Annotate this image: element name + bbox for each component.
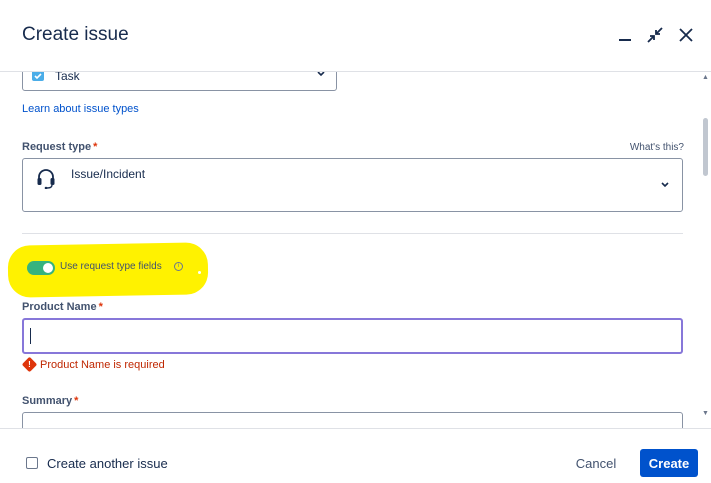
whats-this-link[interactable]: What's this? <box>630 142 684 153</box>
create-issue-modal: Create issue Task Learn about issue type… <box>0 0 711 483</box>
request-type-select[interactable]: Issue/Incident <box>22 158 683 212</box>
collapse-arrows-icon[interactable] <box>644 24 666 46</box>
chevron-down-icon <box>660 180 670 193</box>
toggle-knob <box>43 263 53 273</box>
error-icon: ! <box>21 356 38 373</box>
task-checkbox-icon <box>32 72 44 81</box>
toggle-label: Use request type fields <box>60 261 162 272</box>
scroll-up-icon[interactable]: ▲ <box>702 74 709 81</box>
product-name-error: Product Name is required <box>40 359 165 371</box>
product-name-input[interactable] <box>22 318 683 354</box>
product-name-label: Product Name * <box>22 301 103 313</box>
create-button[interactable]: Create <box>640 449 698 477</box>
modal-header: Create issue <box>0 0 711 72</box>
scroll-down-icon[interactable]: ▼ <box>702 410 709 417</box>
close-icon[interactable] <box>675 24 697 46</box>
info-icon[interactable]: i <box>174 262 183 271</box>
modal-title: Create issue <box>22 24 129 45</box>
summary-input[interactable] <box>22 412 683 428</box>
issue-type-select[interactable]: Task <box>22 72 337 91</box>
text-caret <box>30 328 31 344</box>
modal-footer: Create another issue Cancel Create <box>0 428 711 483</box>
cursor-dot <box>198 271 201 274</box>
issue-type-value: Task <box>55 72 80 83</box>
vertical-scrollbar[interactable]: ▲ ▼ <box>701 72 711 428</box>
chevron-down-icon <box>316 72 326 82</box>
section-divider <box>22 233 683 234</box>
learn-issue-types-link[interactable]: Learn about issue types <box>22 103 139 115</box>
request-type-value: Issue/Incident <box>71 167 146 181</box>
modal-body: Task Learn about issue types Request typ… <box>0 72 711 428</box>
summary-label: Summary * <box>22 395 79 407</box>
create-another-label[interactable]: Create another issue <box>47 456 168 471</box>
request-type-label: Request type * <box>22 141 98 153</box>
headset-icon <box>35 167 57 194</box>
create-another-checkbox[interactable] <box>26 457 38 469</box>
request-type-fields-toggle[interactable] <box>27 261 55 275</box>
minimize-icon[interactable] <box>614 24 636 46</box>
cancel-button[interactable]: Cancel <box>572 449 620 477</box>
scroll-thumb[interactable] <box>703 118 708 176</box>
